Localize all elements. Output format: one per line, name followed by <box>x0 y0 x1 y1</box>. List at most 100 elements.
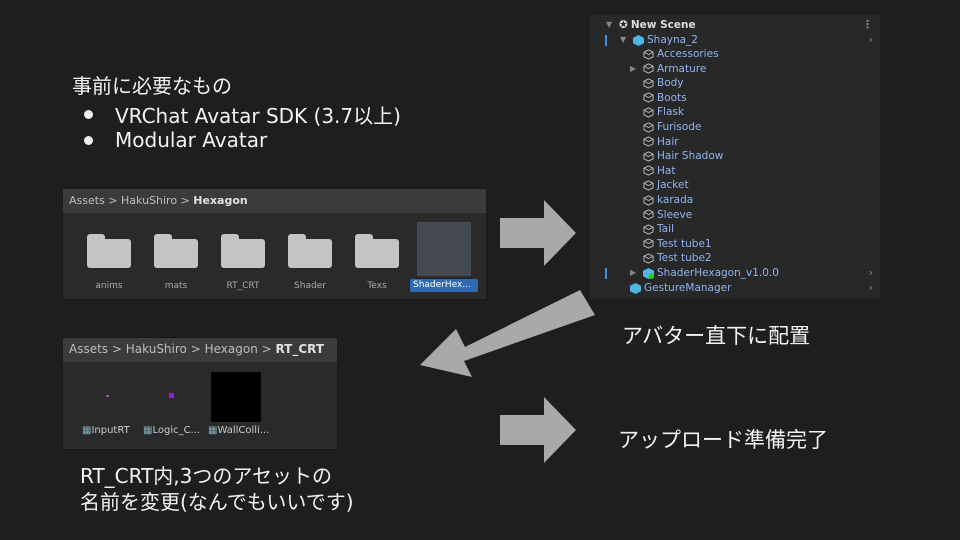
object-name: Furisode <box>657 121 702 133</box>
folder-icon[interactable] <box>288 234 332 268</box>
place-caption: アバター直下に配置 <box>622 324 811 348</box>
gameobject-cube-icon <box>643 209 654 220</box>
object-name: Sleeve <box>657 208 693 221</box>
object-name: Hair <box>657 135 679 148</box>
crumb-rt-crt[interactable]: RT_CRT <box>275 342 324 356</box>
hierarchy-item[interactable]: karada <box>632 193 876 207</box>
expand-arrow-icon[interactable]: ▶ <box>630 62 640 76</box>
prefab-cube-icon <box>633 34 644 46</box>
rt-project-panel: Assets > HakuShiro > Hexagon > RT_CRT ▦I… <box>62 337 338 450</box>
gameobject-cube-icon <box>643 92 654 103</box>
chevron-right-icon[interactable]: › <box>869 281 873 295</box>
requirement-item: Modular Avatar <box>72 128 267 152</box>
object-name: GestureManager <box>644 282 732 294</box>
asset-label[interactable]: ▦InputRT <box>82 425 130 436</box>
gameobject-cube-icon <box>643 180 654 191</box>
arrow-right-icon <box>500 200 576 266</box>
prefab-thumbnail[interactable] <box>417 222 471 276</box>
gesture-manager-row[interactable]: GestureManager › <box>630 281 876 295</box>
root-row[interactable]: ▼ Shayna_2 › <box>620 33 876 47</box>
hierarchy-item[interactable]: Hair <box>632 135 876 149</box>
hierarchy-item[interactable]: Hat <box>632 164 876 178</box>
crumb-assets[interactable]: Assets <box>69 194 105 207</box>
folder-icon[interactable] <box>87 234 131 268</box>
scene-row[interactable]: ▼ ✪ New Scene ⋮ <box>606 18 876 32</box>
requirements-title: 事前に必要なもの <box>72 74 232 98</box>
crumb-assets[interactable]: Assets <box>69 342 108 356</box>
object-name: Test tube1 <box>657 237 712 250</box>
hierarchy-item[interactable]: Test tube1 <box>632 237 876 251</box>
crumb-hakushiro[interactable]: HakuShiro <box>126 342 187 356</box>
object-name: Tail <box>657 223 674 236</box>
chevron-right-icon[interactable]: › <box>869 266 873 280</box>
bullet-icon <box>84 110 93 119</box>
crumb-hexagon[interactable]: Hexagon <box>193 194 247 207</box>
folder-label[interactable]: Shader <box>280 281 340 291</box>
requirement-item: VRChat Avatar SDK (3.7以上) <box>72 100 401 129</box>
expand-arrow-icon[interactable]: ▶ <box>630 266 640 280</box>
object-name: Test tube2 <box>657 252 712 265</box>
hierarchy-item[interactable]: Sleeve <box>632 208 876 222</box>
hierarchy-item[interactable]: Jacket <box>632 178 876 192</box>
gameobject-cube-icon <box>643 194 654 206</box>
rename-caption-line1: RT_CRT内,3つのアセットの <box>80 464 332 488</box>
object-name: Hair Shadow <box>657 150 724 163</box>
asset-label[interactable]: ▦WallColli... <box>208 425 269 436</box>
object-name: Accessories <box>657 48 719 60</box>
render-texture-thumbnail[interactable] <box>211 372 261 422</box>
bullet-icon <box>84 135 93 145</box>
render-texture-thumbnail[interactable] <box>106 395 109 397</box>
object-name: Shayna_2 <box>647 34 698 46</box>
arrow-down-left-icon <box>420 290 595 377</box>
requirement-label: VRChat Avatar SDK (3.7以上) <box>115 104 401 128</box>
chevron-right-icon[interactable]: › <box>869 33 873 47</box>
object-name: ShaderHexagon_v1.0.0 <box>657 267 779 279</box>
hierarchy-item[interactable]: ▶ Armature <box>630 62 876 76</box>
hierarchy-item[interactable]: Furisode <box>632 120 876 134</box>
object-name: Armature <box>657 62 707 75</box>
selection-marker <box>605 268 607 279</box>
gameobject-cube-icon <box>643 224 654 235</box>
hierarchy-item[interactable]: Hair Shadow <box>632 149 876 163</box>
gameobject-cube-icon <box>643 136 654 147</box>
render-texture-thumbnail[interactable] <box>169 393 174 398</box>
prefab-variant-icon <box>643 267 654 279</box>
folder-label[interactable]: RT_CRT <box>213 281 273 291</box>
ready-caption: アップロード準備完了 <box>618 428 828 452</box>
selection-marker <box>605 35 607 46</box>
folder-icon[interactable] <box>355 234 399 268</box>
gameobject-cube-icon <box>643 48 654 60</box>
object-name: karada <box>657 194 694 206</box>
gameobject-cube-icon <box>643 121 654 133</box>
folder-label[interactable]: Texs <box>347 281 407 291</box>
crumb-hexagon[interactable]: Hexagon <box>205 342 258 356</box>
project-panel: Assets > HakuShiro > Hexagon anims mats … <box>62 188 487 300</box>
prefab-cube-icon <box>630 282 641 294</box>
folder-icon[interactable] <box>221 234 265 268</box>
gameobject-cube-icon <box>643 78 654 89</box>
hierarchy-panel: ▼ ✪ New Scene ⋮ ▼ Shayna_2 › Accessories ▶ Arma… <box>590 15 880 299</box>
hierarchy-item[interactable]: Boots <box>632 91 876 105</box>
object-name: Hat <box>657 164 676 177</box>
hierarchy-item[interactable]: Flask <box>632 105 876 119</box>
gameobject-cube-icon <box>643 63 654 74</box>
gameobject-cube-icon <box>643 253 654 264</box>
object-name: Jacket <box>657 179 689 192</box>
breadcrumb: Assets > HakuShiro > Hexagon > RT_CRT <box>63 338 337 362</box>
breadcrumb: Assets > HakuShiro > Hexagon <box>63 189 486 213</box>
more-icon[interactable]: ⋮ <box>862 18 873 32</box>
hierarchy-item[interactable]: Tail <box>632 222 876 236</box>
object-name: Flask <box>657 106 684 119</box>
rename-caption-line2: 名前を変更(なんでもいいです) <box>80 490 354 514</box>
folder-icon[interactable] <box>154 234 198 268</box>
hierarchy-item[interactable]: Accessories <box>632 47 876 61</box>
hierarchy-item[interactable]: Test tube2 <box>632 251 876 265</box>
gameobject-cube-icon <box>643 165 654 176</box>
folder-label[interactable]: mats <box>146 281 206 291</box>
folder-label[interactable]: anims <box>79 281 139 291</box>
hierarchy-item[interactable]: Body <box>632 76 876 90</box>
scene-name: New Scene <box>630 19 696 31</box>
hierarchy-item[interactable]: ▶ ShaderHexagon_v1.0.0 › <box>630 266 876 280</box>
crumb-hakushiro[interactable]: HakuShiro <box>121 194 177 207</box>
asset-label[interactable]: ▦Logic_C... <box>143 425 200 436</box>
